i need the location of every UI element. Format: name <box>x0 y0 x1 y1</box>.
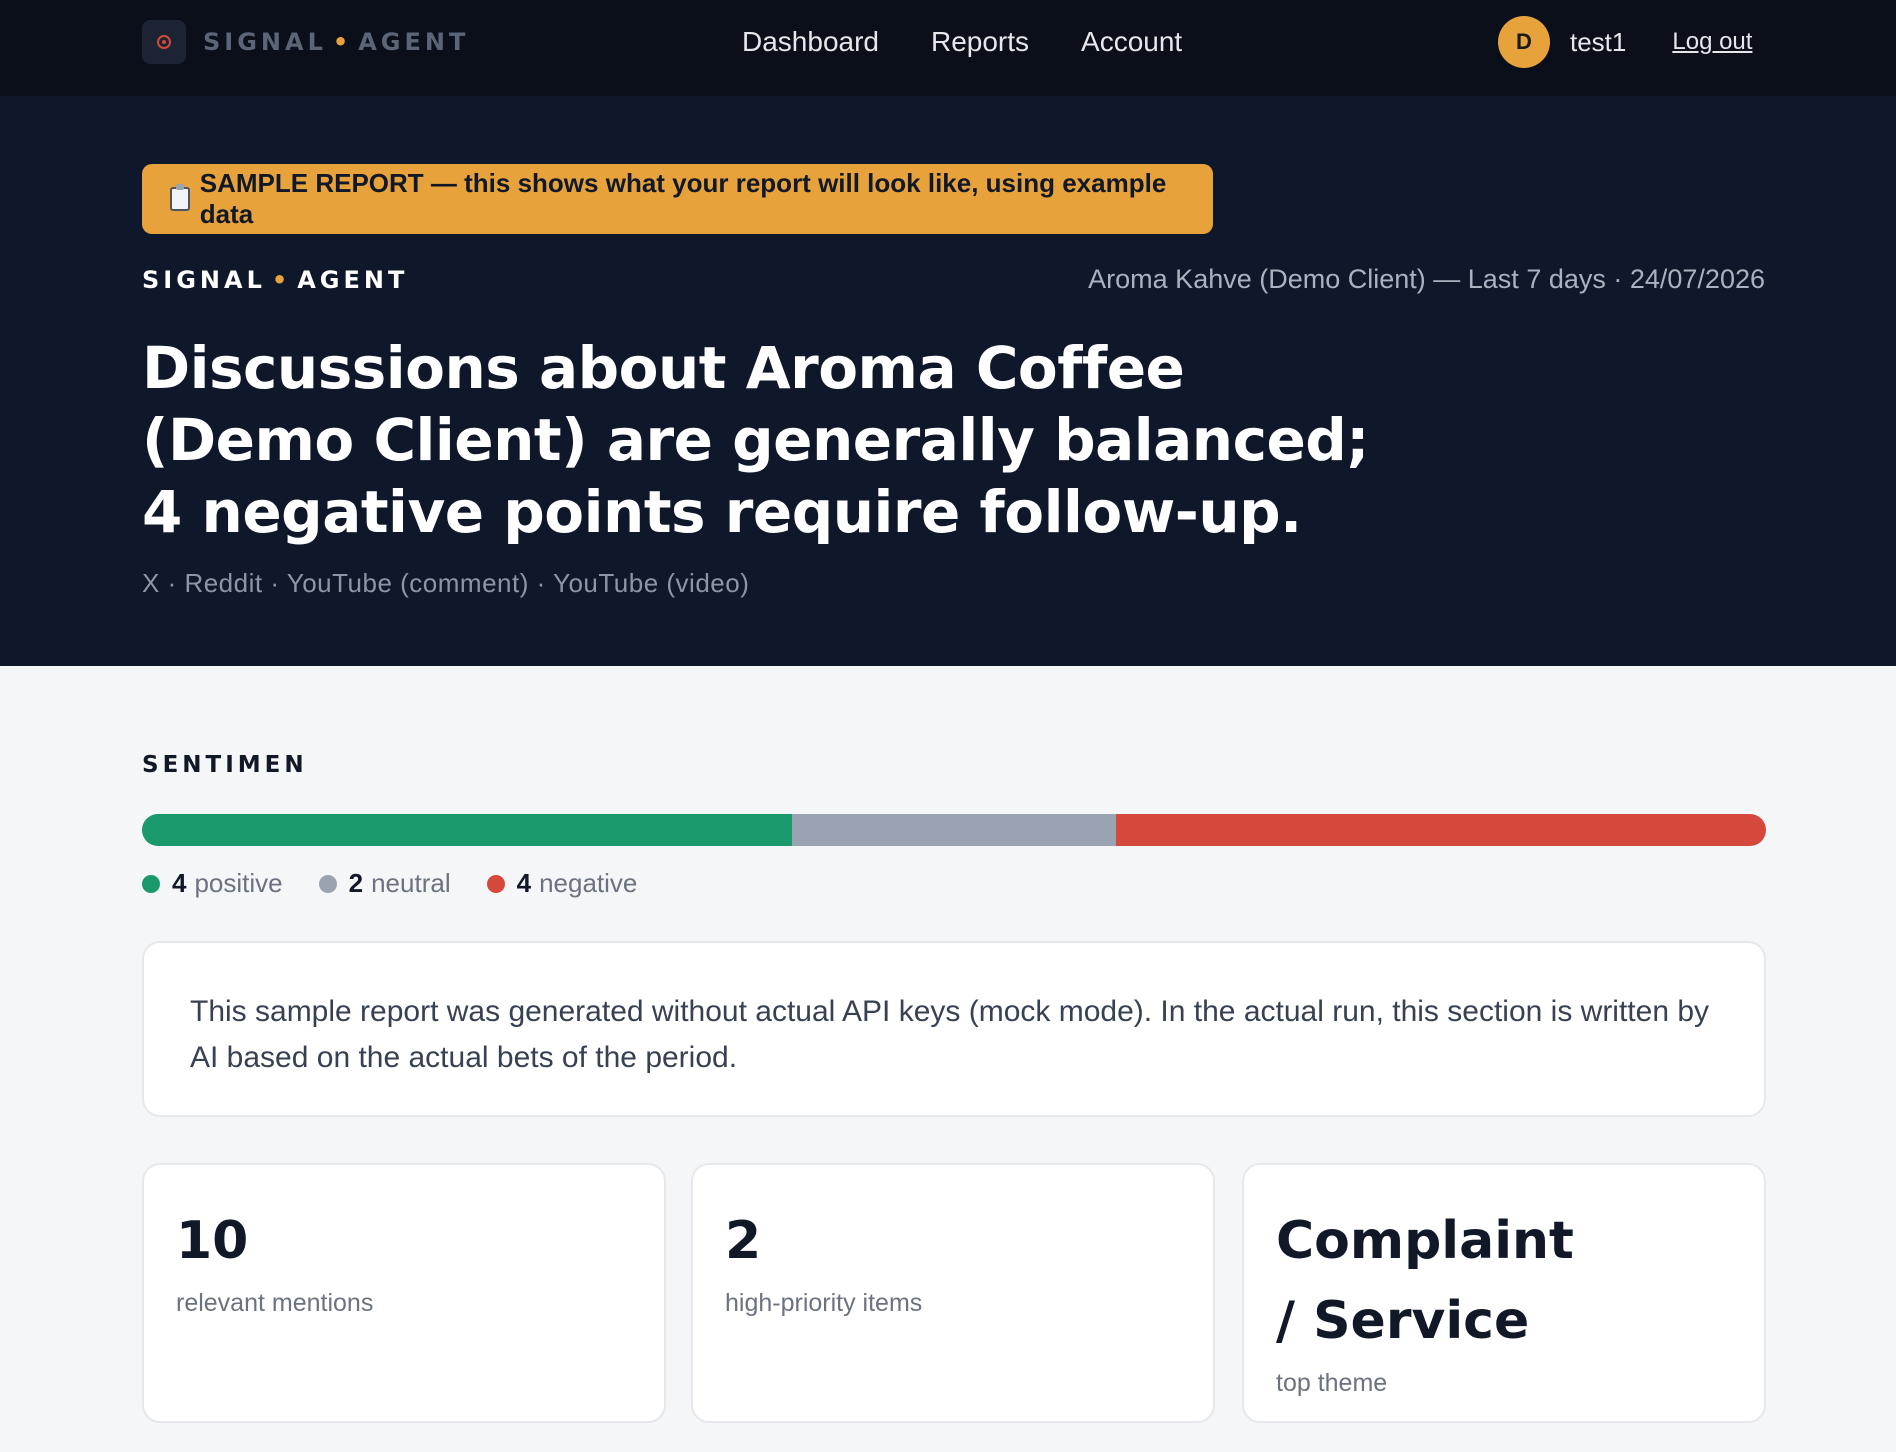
main-nav: Dashboard Reports Account <box>742 22 1234 62</box>
signal-icon <box>142 20 186 64</box>
user-menu: D test1 Log out <box>1498 16 1752 68</box>
stat-value: Complaint / Service <box>1276 1211 1574 1351</box>
negative-label: negative <box>539 868 638 898</box>
brand-separator: • <box>332 28 353 56</box>
nav-dashboard-link[interactable]: Dashboard <box>742 22 879 62</box>
stat-card-priority: 2 high-priority items <box>691 1163 1215 1423</box>
negative-count: 4 <box>516 868 532 898</box>
sample-report-banner: SAMPLE REPORT — this shows what your rep… <box>142 164 1213 234</box>
username: test1 <box>1570 26 1627 57</box>
top-nav: SIGNAL • AGENT Dashboard Reports Account D… <box>0 0 1896 96</box>
stat-card-mentions: 10 relevant mentions <box>142 1163 666 1423</box>
negative-dot-icon <box>486 874 505 893</box>
sentiment-bar-negative <box>1116 814 1766 846</box>
report-brand: SIGNAL • AGENT <box>142 266 408 294</box>
report-hero: SAMPLE REPORT — this shows what your rep… <box>0 96 1896 666</box>
positive-dot-icon <box>142 874 160 893</box>
brand-logo[interactable]: SIGNAL • AGENT <box>142 20 469 64</box>
legend-positive: 4 positive <box>142 868 283 899</box>
brand-name: SIGNAL • AGENT <box>203 28 469 56</box>
report-brand-left: SIGNAL <box>142 266 266 294</box>
report-headline: Discussions about Aroma Coffee (Demo Cli… <box>142 334 1370 546</box>
report-brand-right: AGENT <box>297 266 409 294</box>
neutral-count: 2 <box>348 868 364 898</box>
sample-banner-text: SAMPLE REPORT — this shows what your rep… <box>199 168 1167 229</box>
report-sources: X · Reddit · YouTube (comment) · YouTube… <box>142 568 750 598</box>
nav-account-link[interactable]: Account <box>1081 22 1182 62</box>
sentiment-section-title: SENTIMEN <box>142 752 308 778</box>
stat-card-theme: Complaint / Service top theme <box>1242 1163 1766 1423</box>
report-meta: Aroma Kahve (Demo Client) — Last 7 days … <box>1088 264 1765 294</box>
stat-label: high-priority items <box>725 1289 923 1317</box>
legend-neutral: 2 neutral <box>318 868 451 899</box>
report-brand-separator: • <box>271 266 292 294</box>
nav-reports-link[interactable]: Reports <box>931 22 1029 62</box>
brand-name-right: AGENT <box>358 28 470 56</box>
avatar[interactable]: D <box>1498 16 1550 68</box>
neutral-label: neutral <box>371 868 451 898</box>
neutral-dot-icon <box>318 874 337 893</box>
clipboard-icon <box>170 184 190 211</box>
logout-link[interactable]: Log out <box>1672 28 1752 56</box>
summary-text: This sample report was generated without… <box>190 995 1710 1074</box>
sentiment-bar-neutral <box>791 814 1117 846</box>
stat-label: relevant mentions <box>176 1289 374 1317</box>
stat-value: 2 <box>725 1211 762 1271</box>
sentiment-bar <box>142 814 1766 846</box>
stat-label: top theme <box>1276 1369 1388 1397</box>
positive-label: positive <box>194 868 283 898</box>
sentiment-bar-positive <box>142 814 792 846</box>
brand-name-left: SIGNAL <box>203 28 327 56</box>
sentiment-legend: 4 positive 2 neutral 4 negative <box>142 868 673 899</box>
stat-value: 10 <box>176 1211 249 1271</box>
summary-card: This sample report was generated without… <box>142 941 1766 1117</box>
positive-count: 4 <box>172 868 187 898</box>
legend-negative: 4 negative <box>486 868 638 899</box>
